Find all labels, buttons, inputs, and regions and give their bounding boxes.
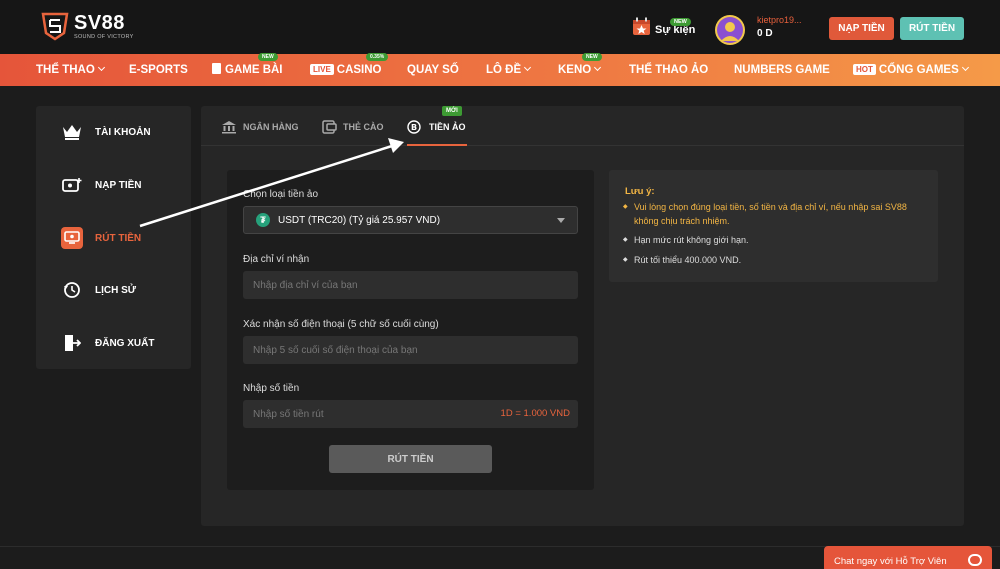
annotation-arrow-icon (139, 138, 404, 228)
